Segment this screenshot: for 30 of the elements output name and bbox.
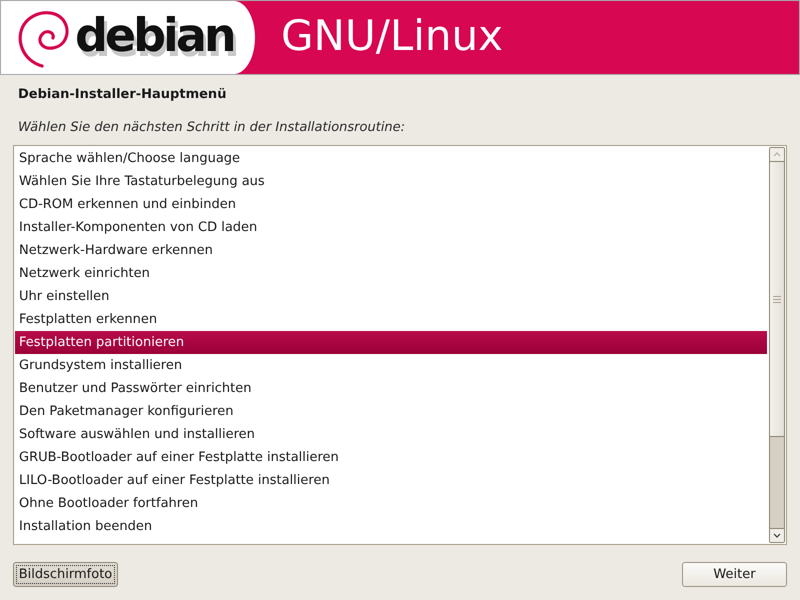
grip-icon	[773, 296, 781, 302]
menu-item[interactable]: Installer-Komponenten von CD laden	[15, 216, 767, 239]
scroll-down-button[interactable]	[770, 528, 784, 542]
menu-item[interactable]: GRUB-Bootloader auf einer Festplatte installieren	[15, 446, 767, 469]
banner-title: GNU/Linux	[281, 14, 504, 56]
menu-item[interactable]: Festplatten erkennen	[15, 308, 767, 331]
menu-item[interactable]: Software auswählen und installieren	[15, 423, 767, 446]
menu-item[interactable]: Netzwerk einrichten	[15, 262, 767, 285]
logo-wordmark: debian	[75, 12, 234, 58]
menu-item[interactable]: Den Paketmanager konfigurieren	[15, 400, 767, 423]
menu-item[interactable]: Benutzer und Passwörter einrichten	[15, 377, 767, 400]
menu-item[interactable]: CD-ROM erkennen und einbinden	[15, 193, 767, 216]
menu-item[interactable]: LILO-Bootloader auf einer Festplatte installieren	[15, 469, 767, 492]
scroll-up-button[interactable]	[770, 148, 784, 162]
dialog-prompt: Wählen Sie den nächsten Schritt in der Installationsroutine:	[17, 120, 406, 136]
menu-item[interactable]: Uhr einstellen	[15, 285, 767, 308]
dialog-button[interactable]: Weiter	[682, 562, 787, 587]
scrollbar[interactable]	[769, 147, 785, 543]
menu-item[interactable]: Netzwerk-Hardware erkennen	[15, 239, 767, 262]
menu-item[interactable]: Festplatten partitionieren	[15, 331, 767, 354]
scroll-thumb[interactable]	[770, 162, 784, 437]
chevron-up-icon	[773, 152, 781, 157]
dialog-button[interactable]: Bildschirmfoto	[13, 562, 118, 587]
dialog-title: Debian-Installer-Hauptmenü	[17, 87, 228, 103]
menu-item[interactable]: Installation beenden	[15, 515, 767, 538]
menu-item[interactable]: Sprache wählen/Choose language	[15, 147, 767, 170]
menu-item[interactable]: Ohne Bootloader fortfahren	[15, 492, 767, 515]
chevron-down-icon	[773, 533, 781, 538]
menu-item[interactable]: Grundsystem installieren	[15, 354, 767, 377]
menu-item[interactable]: Wählen Sie Ihre Tastaturbelegung aus	[15, 170, 767, 193]
